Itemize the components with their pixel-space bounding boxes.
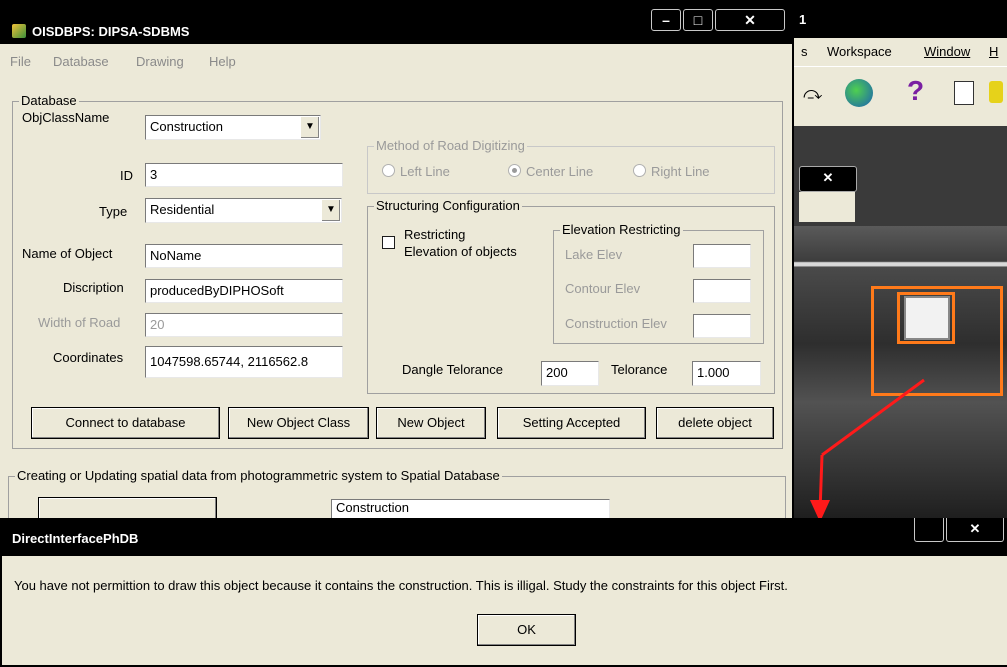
tolerance-field[interactable]: 1.000 [692,361,761,386]
construction-elev-field[interactable] [693,314,751,338]
objclass-value: Construction [150,119,223,134]
restrict-label-2: Elevation of objects [404,244,517,259]
id-value: 3 [150,167,158,182]
delete-object-button[interactable]: delete object [656,407,774,439]
name-value: NoName [150,248,202,263]
description-label: Discription [63,280,124,295]
type-value: Residential [150,202,215,217]
lake-label: Lake Elev [565,247,623,262]
spatial-field-value: Construction [336,500,409,515]
dialog-title: DirectInterfacePhDB [12,531,139,546]
name-label: Name of Object [22,246,113,261]
setting-label: Setting Accepted [522,415,621,430]
dangle-value: 200 [546,365,568,380]
width-label: Width of Road [38,315,121,330]
coordinates-value: 1047598.65744, 2116562.8 [150,354,309,369]
description-value: producedByDIPHOSoft [150,283,284,298]
tolerance-value: 1.000 [697,365,730,380]
construction-elev-label: Construction Elev [565,316,667,331]
pointer-arrow [810,378,925,522]
close-icon: ✕ [969,521,981,536]
width-value: 20 [150,317,165,332]
radio-right-label: Right Line [651,164,710,179]
radio-center-label: Center Line [526,164,594,179]
connect-database-button[interactable]: Connect to database [31,407,220,439]
radio-icon [633,164,646,177]
radio-left-line: Left Line [382,164,450,179]
background-app: 1 s Workspace Window H ⤼ ? ✕ [789,0,1007,522]
elevation-legend: Elevation Restricting [560,222,683,237]
ok-button[interactable]: OK [477,614,576,646]
minimize-button[interactable]: – [651,9,681,31]
radio-icon [508,164,521,177]
coordinates-field[interactable]: 1047598.65744, 2116562.8 [145,346,343,378]
dialog-titlebar: DirectInterfacePhDB ✕ [2,518,1007,556]
menu-drawing[interactable]: Drawing [136,54,184,69]
maximize-button[interactable]: □ [683,9,713,31]
tolerance-label: Telorance [611,362,668,377]
new-object-label: New Object [397,415,465,430]
structuring-legend: Structuring Configuration [374,198,522,213]
setting-accepted-button[interactable]: Setting Accepted [497,407,646,439]
radio-icon [382,164,395,177]
ok-label: OK [517,622,536,637]
connect-label: Connect to database [65,415,186,430]
description-field[interactable]: producedByDIPHOSoft [145,279,343,303]
id-field[interactable]: 3 [145,163,343,187]
close-button[interactable]: ✕ [715,9,785,31]
contour-field[interactable] [693,279,751,303]
window-controls: – □ ✕ [651,9,785,33]
message-dialog: DirectInterfacePhDB ✕ You have not permi… [0,518,1007,667]
radio-right-line: Right Line [633,164,710,179]
dangle-field[interactable]: 200 [541,361,599,386]
radio-left-label: Left Line [400,164,450,179]
coordinates-label: Coordinates [53,350,124,365]
menu-database[interactable]: Database [53,54,109,69]
app-icon [12,24,26,38]
dialog-close-button[interactable]: ✕ [946,518,1004,542]
main-window: OISDBPS: DIPSA-SDBMS – □ ✕ File Database… [0,0,794,536]
new-object-class-button[interactable]: New Object Class [228,407,369,439]
window-title: OISDBPS: DIPSA-SDBMS [32,24,190,39]
new-class-label: New Object Class [246,415,351,430]
database-legend: Database [19,93,79,108]
radio-center-line: Center Line [508,164,593,179]
delete-label: delete object [678,415,752,430]
main-titlebar: OISDBPS: DIPSA-SDBMS – □ ✕ [0,0,792,44]
width-field: 20 [145,313,343,337]
dialog-minimize-stub [914,518,944,542]
restrict-label-1: Restricting [404,227,466,242]
type-label: Type [99,204,128,219]
menu-file[interactable]: File [10,54,31,69]
dangle-label: Dangle Telorance [402,362,503,377]
dialog-message: You have not permittion to draw this obj… [14,578,788,593]
name-field[interactable]: NoName [145,244,343,268]
chevron-down-icon[interactable]: ▼ [300,117,319,138]
new-object-button[interactable]: New Object [376,407,486,439]
contour-label: Contour Elev [565,281,641,296]
spatial-legend: Creating or Updating spatial data from p… [15,468,502,483]
objclass-label: ObjClassName [22,110,110,125]
arrow-line [821,378,925,457]
type-select[interactable]: Residential ▼ [145,198,342,223]
main-menubar: File Database Drawing Help [0,52,790,74]
objclass-select[interactable]: Construction ▼ [145,115,321,140]
method-legend: Method of Road Digitizing [374,138,527,153]
restrict-checkbox[interactable] [382,236,395,249]
menu-help[interactable]: Help [209,54,236,69]
lake-field[interactable] [693,244,751,268]
id-label: ID [120,168,133,183]
chevron-down-icon[interactable]: ▼ [321,200,340,221]
